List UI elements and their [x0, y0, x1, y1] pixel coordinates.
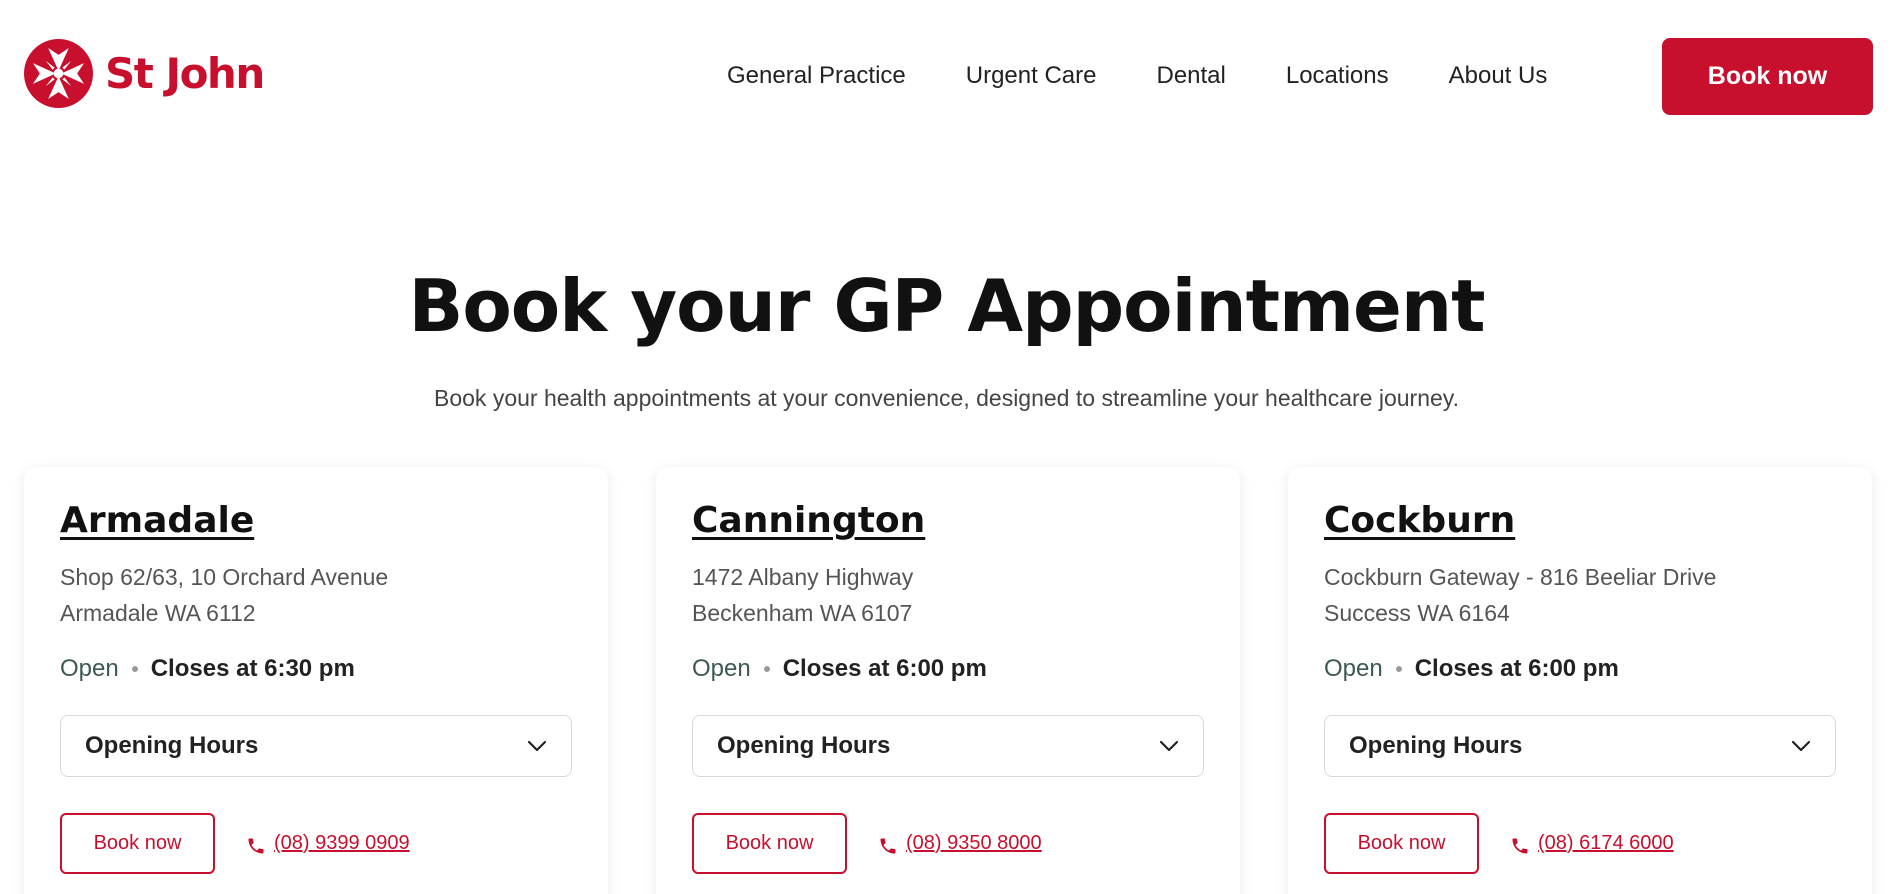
chevron-down-icon [527, 740, 547, 752]
phone-link[interactable]: (08) 9399 0909 [246, 829, 410, 857]
nav-urgent-care[interactable]: Urgent Care [966, 60, 1097, 92]
page: St John General Practice Urgent Care Den… [0, 0, 1893, 894]
phone-link[interactable]: (08) 6174 6000 [1510, 829, 1674, 857]
status-open-label: Open [60, 655, 119, 682]
main-nav: General Practice Urgent Care Dental Loca… [727, 60, 1547, 92]
phone-icon [880, 838, 896, 854]
closing-time: Closes at 6:30 pm [150, 655, 355, 682]
opening-hours-label: Opening Hours [85, 732, 259, 759]
status-open-label: Open [692, 655, 751, 682]
address-line-1: Shop 62/63, 10 Orchard Avenue [60, 564, 389, 590]
address-line-2: Beckenham WA 6107 [692, 600, 913, 626]
nav-dental[interactable]: Dental [1156, 60, 1225, 92]
opening-status: Open Closes at 6:00 pm [692, 653, 987, 685]
phone-number: (08) 9350 8000 [906, 832, 1042, 854]
status-separator-dot [1395, 666, 1402, 672]
opening-hours-dropdown[interactable]: Opening Hours [1324, 715, 1836, 777]
phone-icon [248, 838, 264, 854]
location-name-link[interactable]: Cockburn [1324, 497, 1515, 545]
address-line-2: Success WA 6164 [1324, 600, 1510, 626]
location-address: 1472 Albany Highway Beckenham WA 6107 [692, 559, 913, 631]
status-open-label: Open [1324, 655, 1383, 682]
location-card-cockburn: Cockburn Cockburn Gateway - 816 Beeliar … [1288, 467, 1872, 894]
location-cards: Armadale Shop 62/63, 10 Orchard Avenue A… [24, 467, 1872, 894]
opening-hours-dropdown[interactable]: Opening Hours [60, 715, 572, 777]
opening-hours-label: Opening Hours [1349, 732, 1523, 759]
book-now-button[interactable]: Book now [60, 813, 215, 874]
nav-general-practice[interactable]: General Practice [727, 60, 906, 92]
location-card-cannington: Cannington 1472 Albany Highway Beckenham… [656, 467, 1240, 894]
phone-link[interactable]: (08) 9350 8000 [878, 829, 1042, 857]
status-separator-dot [131, 666, 138, 672]
location-address: Cockburn Gateway - 816 Beeliar Drive Suc… [1324, 559, 1716, 631]
phone-icon [1512, 838, 1528, 854]
phone-number: (08) 9399 0909 [274, 832, 410, 854]
location-card-armadale: Armadale Shop 62/63, 10 Orchard Avenue A… [24, 467, 608, 894]
opening-status: Open Closes at 6:30 pm [60, 653, 355, 685]
chevron-down-icon [1159, 740, 1179, 752]
book-now-button[interactable]: Book now [1324, 813, 1479, 874]
site-header: St John General Practice Urgent Care Den… [0, 0, 1893, 150]
address-line-1: 1472 Albany Highway [692, 564, 914, 590]
st-john-cross-icon [24, 39, 93, 108]
page-title: Book your GP Appointment [408, 264, 1485, 348]
closing-time: Closes at 6:00 pm [782, 655, 987, 682]
status-separator-dot [763, 666, 770, 672]
nav-about-us[interactable]: About Us [1449, 60, 1548, 92]
page-subtitle: Book your health appointments at your co… [434, 385, 1459, 411]
logo-link[interactable]: St John [24, 39, 265, 108]
location-name-link[interactable]: Armadale [60, 497, 254, 545]
header-book-now-button[interactable]: Book now [1662, 38, 1873, 115]
chevron-down-icon [1791, 740, 1811, 752]
opening-status: Open Closes at 6:00 pm [1324, 653, 1619, 685]
location-address: Shop 62/63, 10 Orchard Avenue Armadale W… [60, 559, 388, 631]
address-line-1: Cockburn Gateway - 816 Beeliar Drive [1324, 564, 1717, 590]
opening-hours-dropdown[interactable]: Opening Hours [692, 715, 1204, 777]
address-line-2: Armadale WA 6112 [60, 600, 256, 626]
nav-locations[interactable]: Locations [1286, 60, 1389, 92]
book-now-button[interactable]: Book now [692, 813, 847, 874]
location-name-link[interactable]: Cannington [692, 497, 925, 545]
logo-text: St John [105, 48, 265, 98]
closing-time: Closes at 6:00 pm [1414, 655, 1619, 682]
phone-number: (08) 6174 6000 [1538, 832, 1674, 854]
opening-hours-label: Opening Hours [717, 732, 891, 759]
